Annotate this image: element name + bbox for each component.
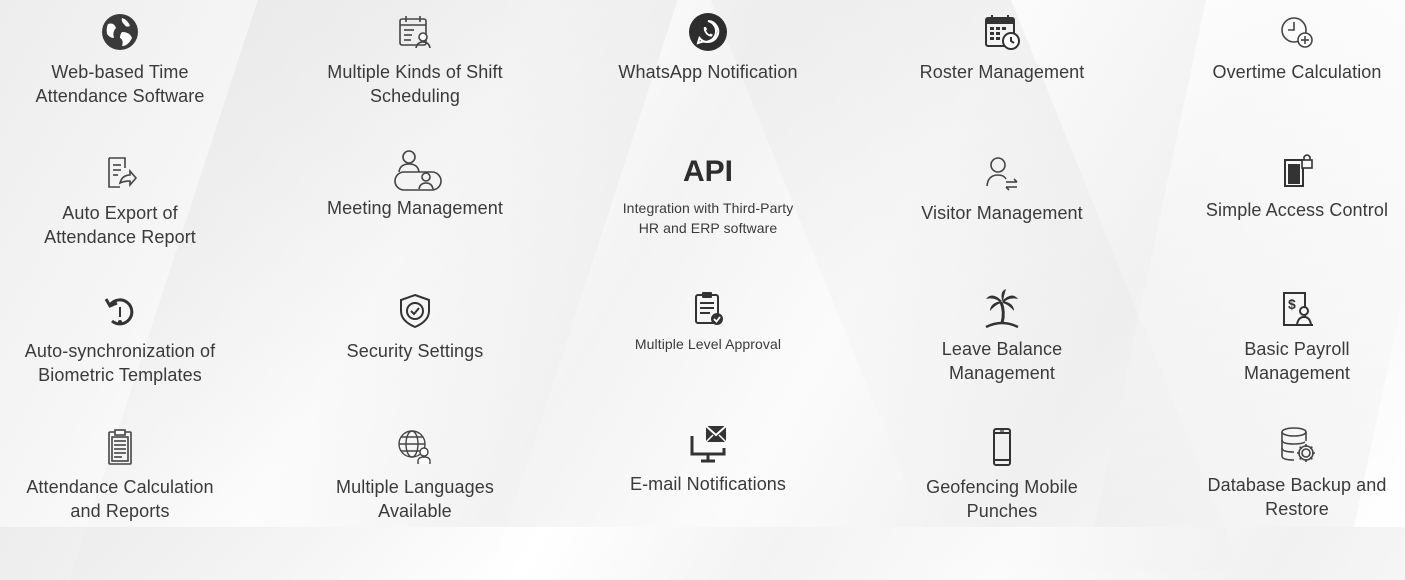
feature-label: E-mail Notifications — [629, 474, 787, 494]
feature-overtime-calculation: Overtime Calculation — [1172, 12, 1405, 84]
feature-label: Database Backup and Restore — [1207, 475, 1387, 519]
feature-roster-management: Roster Management — [877, 12, 1127, 84]
feature-label: Roster Management — [919, 62, 1085, 82]
feature-geofencing: Geofencing Mobile Punches — [877, 427, 1127, 523]
feature-multiple-languages: Multiple Languages Available — [290, 427, 540, 523]
feature-label: Geofencing Mobile Punches — [926, 477, 1078, 521]
feature-label: Auto Export of Attendance Report — [44, 203, 196, 247]
feature-label: Visitor Management — [921, 203, 1083, 223]
feature-label: Meeting Management — [327, 198, 503, 218]
whatsapp-icon — [688, 12, 728, 52]
feature-web-based-attendance: Web-based Time Attendance Software — [0, 12, 245, 108]
globe-person-icon — [395, 427, 435, 467]
feature-label: Multiple Kinds of Shift Scheduling — [327, 62, 503, 106]
feature-label: Web-based Time Attendance Software — [35, 62, 205, 106]
clipboard-check-icon — [688, 288, 728, 328]
feature-label: WhatsApp Notification — [618, 62, 798, 82]
feature-grid: Web-based Time Attendance Software Multi… — [0, 0, 1405, 527]
feature-label: Multiple Level Approval — [634, 336, 782, 352]
sync-fingerprint-icon — [100, 291, 140, 331]
door-lock-icon — [1277, 150, 1317, 190]
feature-label: Simple Access Control — [1205, 200, 1389, 220]
feature-database-backup: Database Backup and Restore — [1172, 425, 1405, 521]
database-gear-icon — [1277, 425, 1317, 465]
api-icon-text: API — [682, 155, 733, 188]
feature-label: Multiple Languages Available — [336, 477, 494, 521]
clock-plus-icon — [1277, 12, 1317, 52]
feature-security-settings: Security Settings — [290, 291, 540, 363]
feature-multiple-level-approval: Multiple Level Approval — [583, 288, 833, 354]
feature-label: Overtime Calculation — [1212, 62, 1382, 82]
feature-label: Attendance Calculation and Reports — [26, 477, 214, 521]
palm-tree-icon — [982, 287, 1022, 331]
feature-meeting-management: Meeting Management — [290, 148, 540, 220]
globe-icon — [100, 12, 140, 52]
feature-label: Integration with Third-Party HR and ERP … — [622, 200, 794, 236]
email-monitor-icon — [688, 424, 728, 468]
feature-auto-export: Auto Export of Attendance Report — [0, 153, 245, 249]
document-export-icon — [100, 153, 140, 193]
feature-basic-payroll: $ Basic Payroll Management — [1172, 289, 1405, 385]
feature-simple-access-control: Simple Access Control — [1172, 150, 1405, 222]
feature-attendance-calculation: Attendance Calculation and Reports — [0, 427, 245, 523]
calendar-clock-icon — [982, 12, 1022, 52]
feature-label: Leave Balance Management — [941, 339, 1063, 383]
feature-shift-scheduling: Multiple Kinds of Shift Scheduling — [290, 12, 540, 108]
api-icon: API — [668, 152, 748, 192]
svg-text:$: $ — [1288, 296, 1296, 312]
calendar-person-icon — [395, 12, 435, 52]
visitor-icon — [982, 153, 1022, 193]
payroll-icon: $ — [1277, 289, 1317, 329]
feature-visitor-management: Visitor Management — [877, 153, 1127, 225]
feature-label: Security Settings — [346, 341, 484, 361]
meeting-icon — [383, 148, 447, 194]
report-clipboard-icon — [100, 427, 140, 467]
mobile-phone-icon — [982, 427, 1022, 467]
feature-leave-balance: Leave Balance Management — [877, 287, 1127, 385]
feature-auto-synchronization: Auto-synchronization of Biometric Templa… — [0, 291, 245, 387]
feature-label: Auto-synchronization of Biometric Templa… — [24, 341, 216, 385]
shield-check-icon — [395, 291, 435, 331]
feature-label: Basic Payroll Management — [1243, 339, 1351, 383]
feature-api-integration: API Integration with Third-Party HR and … — [583, 152, 833, 238]
feature-whatsapp-notification: WhatsApp Notification — [583, 12, 833, 84]
feature-email-notifications: E-mail Notifications — [583, 424, 833, 496]
